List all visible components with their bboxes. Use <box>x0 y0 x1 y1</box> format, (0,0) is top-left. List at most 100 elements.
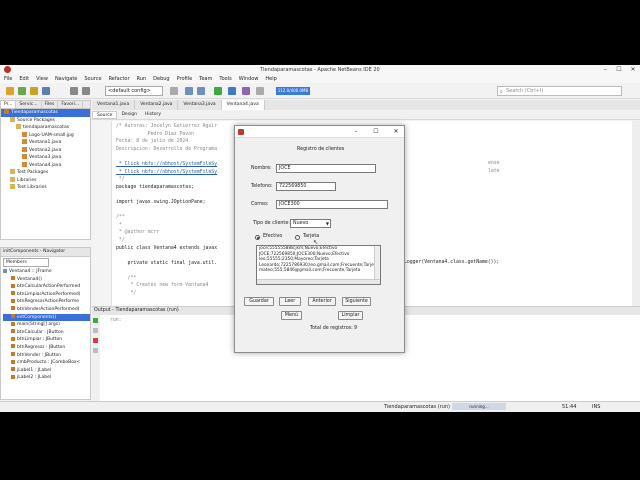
member-icon <box>11 314 15 319</box>
next-button[interactable]: Siguiente <box>342 297 371 306</box>
tree-node[interactable]: Source Packages <box>1 116 90 125</box>
tree-node[interactable]: Ventana4.java <box>1 161 90 170</box>
records-vscrollbar[interactable] <box>374 246 380 279</box>
config-select[interactable]: <default config> <box>105 86 163 96</box>
menu-source[interactable]: Source <box>84 76 101 82</box>
tree-node[interactable]: tiendaparamascotas <box>1 124 90 132</box>
navigator-item[interactable]: main(String[] args) <box>3 321 90 329</box>
menu-help[interactable]: Help <box>265 76 276 82</box>
tab-ventana1[interactable]: Ventana1.java <box>92 100 136 110</box>
tab-favorites[interactable]: Favori... <box>58 101 84 108</box>
new-file-icon[interactable] <box>18 87 26 95</box>
tree-node[interactable]: Ventana2.java <box>1 146 90 155</box>
navigator-item[interactable]: btnCalcularActionPerformed <box>3 283 90 291</box>
tab-ventana3[interactable]: Ventana3.java <box>178 100 222 110</box>
navigator-item[interactable]: btnVender : JButton <box>3 352 90 360</box>
menu-tools[interactable]: Tools <box>219 76 231 82</box>
dialog-minimize-icon[interactable]: – <box>350 127 362 137</box>
subtab-source[interactable]: Source <box>92 111 118 119</box>
menu-edit[interactable]: Edit <box>19 76 29 82</box>
search-input[interactable]: Search (Ctrl+I) <box>497 86 622 96</box>
phone-field[interactable]: 722569850 <box>276 182 336 191</box>
menu-debug[interactable]: Debug <box>153 76 169 82</box>
java-file-icon <box>22 139 27 144</box>
save-button[interactable]: Guardar <box>244 297 274 306</box>
open-project-icon[interactable] <box>30 87 38 95</box>
navigator-item[interactable]: jLabel2 : JLabel <box>3 374 90 382</box>
card-radio[interactable] <box>295 235 300 240</box>
tree-node[interactable]: Test Packages <box>1 169 90 177</box>
menu-team[interactable]: Team <box>199 76 212 82</box>
navigator-item[interactable]: initComponents() <box>3 313 90 322</box>
java-file-icon <box>22 154 27 159</box>
tab-ventana4[interactable]: Ventana4.java <box>221 100 265 110</box>
debug-icon[interactable] <box>228 87 236 95</box>
navigator-item[interactable]: btnVenderActionPerformed( <box>3 306 90 314</box>
navigator-item[interactable]: btnRegresarActionPerforme <box>3 298 90 306</box>
navigator-item[interactable]: btnLimpiarActionPerformed( <box>3 291 90 299</box>
menu-window[interactable]: Window <box>239 76 259 82</box>
menu-profile[interactable]: Profile <box>177 76 193 82</box>
navigator-item[interactable]: btnLimpiar : JButton <box>3 336 90 344</box>
navigator-item[interactable]: Ventana4() <box>3 276 90 284</box>
stop-icon[interactable] <box>93 338 98 343</box>
dialog-maximize-icon[interactable]: ☐ <box>370 127 382 137</box>
tree-node[interactable]: Ventana3.java <box>1 154 90 162</box>
clean-build-icon[interactable] <box>197 87 205 95</box>
tree-node[interactable]: Logo-UAM-small.jpg <box>1 131 90 140</box>
tree-node[interactable]: Tiendaparamascotas <box>1 109 90 117</box>
menu-run[interactable]: Run <box>137 76 147 82</box>
records-textarea[interactable]: joce;555555888;jkm;Nuevo;Efectivo JOCE;72… <box>256 245 381 285</box>
profile-icon[interactable] <box>242 87 250 95</box>
maximize-icon[interactable]: ☐ <box>612 65 626 74</box>
menu-navigate[interactable]: Navigate <box>55 76 77 82</box>
name-field[interactable]: JOCE <box>276 164 376 173</box>
cash-radio[interactable] <box>255 235 260 240</box>
navigator-item[interactable]: btnCalcular : JButton <box>3 329 90 337</box>
undo-icon[interactable] <box>70 87 78 95</box>
client-type-select[interactable]: Nuevo ▼ <box>290 219 331 228</box>
new-project-icon[interactable] <box>6 87 14 95</box>
rerun-params-icon[interactable] <box>93 328 98 333</box>
output-settings-icon[interactable] <box>93 348 98 353</box>
read-button[interactable]: Leer <box>279 297 301 306</box>
rerun-icon[interactable] <box>93 318 98 323</box>
menu-view[interactable]: View <box>36 76 48 82</box>
project-tree: Tiendaparamascotas Source Packages tiendap… <box>1 109 90 192</box>
navigator-root[interactable]: Ventana4 :: JFrame <box>1 268 90 276</box>
menu-refactor[interactable]: Refactor <box>109 76 130 82</box>
minimize-icon[interactable]: – <box>598 65 612 74</box>
gc-icon[interactable] <box>256 87 264 95</box>
navigator-filter-select[interactable]: Members <box>3 258 49 267</box>
run-icon[interactable] <box>214 87 222 95</box>
tab-services[interactable]: Servic... <box>16 101 42 108</box>
editor-scrollbar[interactable] <box>632 121 640 306</box>
tab-files[interactable]: Files <box>42 101 59 108</box>
tree-node[interactable]: Ventana1.java <box>1 139 90 147</box>
navigator-item[interactable]: cmbProducto : JComboBox< <box>3 359 90 367</box>
menu-bar: File Edit View Navigate Source Refactor … <box>0 74 640 83</box>
subtab-design[interactable]: Design <box>117 111 141 119</box>
email-field[interactable]: JOCE300 <box>276 200 388 209</box>
member-icon <box>11 359 15 364</box>
tab-ventana2[interactable]: Ventana2.java <box>135 100 179 110</box>
tree-node[interactable]: Libraries <box>1 176 90 185</box>
dialog-close-icon[interactable]: ✕ <box>390 127 402 137</box>
subtab-history[interactable]: History <box>141 111 165 119</box>
previous-button[interactable]: Anterior <box>308 297 336 306</box>
menu-button[interactable]: Menú <box>281 311 302 320</box>
save-all-icon[interactable] <box>42 87 50 95</box>
close-icon[interactable]: ✕ <box>626 65 640 74</box>
navigator-item[interactable]: jLabel1 : JLabel <box>3 367 90 375</box>
records-hscrollbar[interactable] <box>257 279 380 284</box>
clear-button[interactable]: Limpiar <box>338 311 363 320</box>
tab-projects[interactable]: Pr... <box>1 101 17 108</box>
redo-icon[interactable] <box>82 87 90 95</box>
menu-file[interactable]: File <box>4 76 12 82</box>
tree-node[interactable]: Test Libraries <box>1 184 90 192</box>
memory-indicator[interactable]: 112.0/406.0MB <box>276 87 310 95</box>
build-icon[interactable] <box>185 87 193 95</box>
settings-icon[interactable] <box>170 87 178 95</box>
code-fragment-logger: Logger(Ventana4.class.getName()); <box>404 260 500 265</box>
navigator-item[interactable]: btnRegresar : JButton <box>3 344 90 352</box>
